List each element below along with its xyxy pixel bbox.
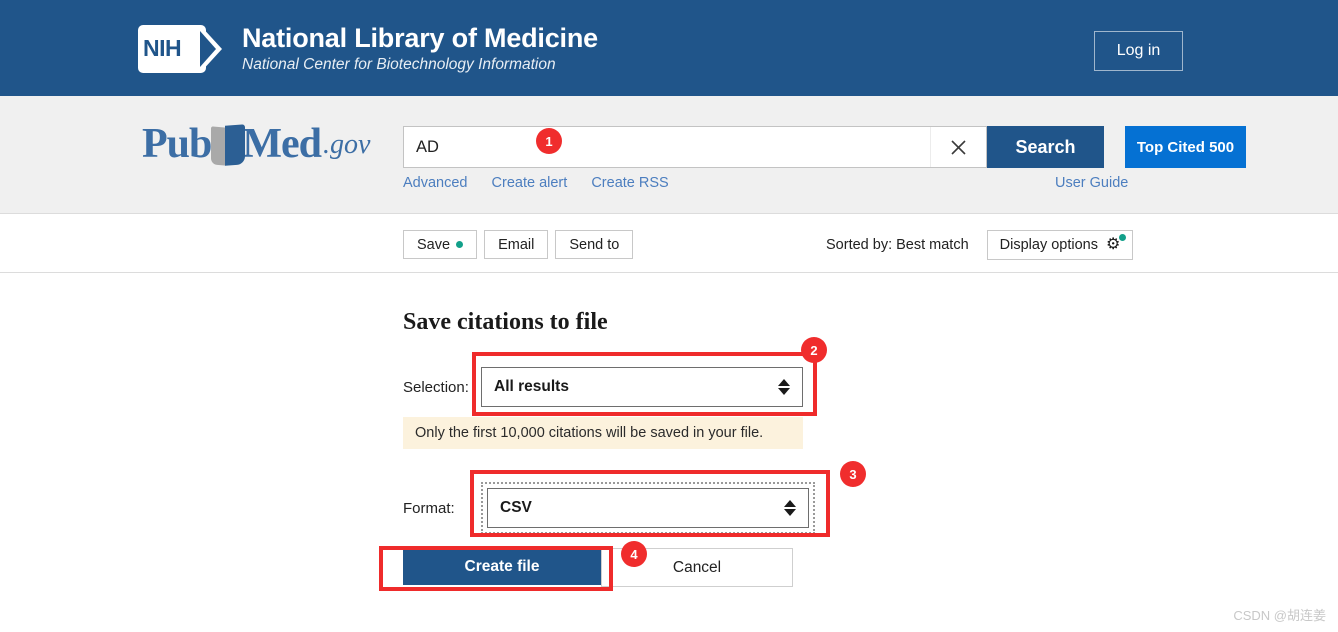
login-button[interactable]: Log in (1094, 31, 1183, 71)
advanced-link[interactable]: Advanced (403, 175, 468, 191)
search-button[interactable]: Search (987, 126, 1104, 168)
citation-limit-warning: Only the first 10,000 citations will be … (403, 417, 803, 449)
format-value: CSV (500, 499, 532, 517)
pubmed-logo-med: Med (242, 123, 321, 165)
chevron-updown-icon (784, 500, 796, 516)
format-field-row: Format: CSV (403, 482, 815, 534)
nih-subtitle: National Center for Biotechnology Inform… (242, 55, 598, 75)
format-focus-ring: CSV (481, 482, 815, 534)
form-button-row: Create file Cancel (403, 548, 793, 587)
nih-logo: NIH National Library of Medicine Nationa… (138, 22, 598, 75)
nih-arrow-inner-icon (200, 31, 216, 67)
csdn-watermark: CSDN @胡连姜 (1233, 605, 1326, 624)
format-label: Format: (403, 500, 481, 517)
pubmed-save-citations-page: NIH National Library of Medicine Nationa… (0, 0, 1338, 632)
nih-badge-icon: NIH (138, 25, 206, 73)
search-row: Search Top Cited 500 (403, 126, 1246, 168)
chevron-updown-icon (778, 379, 790, 395)
search-input[interactable] (404, 128, 924, 166)
results-action-toolbar: Save Email Send to Sorted by: Best match… (0, 215, 1338, 273)
clear-search-icon[interactable] (930, 127, 986, 167)
create-rss-link[interactable]: Create RSS (591, 175, 668, 191)
annotation-badge-4: 4 (621, 541, 647, 567)
save-status-dot-icon (456, 241, 463, 248)
toolbar-left-group: Save Email Send to (403, 230, 633, 259)
pubmed-logo[interactable]: Pub Med .gov (142, 123, 370, 165)
send-to-button[interactable]: Send to (555, 230, 633, 259)
page-title: Save citations to file (403, 309, 608, 336)
search-sub-links: Advanced Create alert Create RSS (403, 175, 689, 191)
top-cited-500-button[interactable]: Top Cited 500 (1125, 126, 1246, 168)
create-file-button[interactable]: Create file (403, 548, 601, 585)
pubmed-logo-gov: .gov (323, 125, 370, 165)
search-field-wrapper (403, 126, 987, 168)
nih-title-group: National Library of Medicine National Ce… (242, 22, 598, 75)
save-button-label: Save (417, 237, 450, 253)
selection-label: Selection: (403, 379, 481, 396)
book-icon (211, 125, 245, 165)
user-guide-link[interactable]: User Guide (1055, 175, 1128, 191)
email-button[interactable]: Email (484, 230, 548, 259)
display-options-status-dot-icon (1119, 234, 1126, 241)
nih-title: National Library of Medicine (242, 22, 598, 54)
pubmed-logo-pub: Pub (142, 123, 211, 165)
save-citations-form: Save citations to file Selection: All re… (0, 273, 1338, 632)
nih-badge-label: NIH (143, 35, 181, 62)
pubmed-search-section: Pub Med .gov Search Top Cited 500 (0, 96, 1338, 214)
nih-header-bar: NIH National Library of Medicine Nationa… (0, 0, 1338, 96)
annotation-badge-1: 1 (536, 128, 562, 154)
selection-value: All results (494, 378, 569, 396)
format-select[interactable]: CSV (487, 488, 809, 528)
selection-select[interactable]: All results (481, 367, 803, 407)
save-button[interactable]: Save (403, 230, 477, 259)
create-alert-link[interactable]: Create alert (492, 175, 568, 191)
annotation-badge-2: 2 (801, 337, 827, 363)
display-options-label: Display options (1000, 237, 1098, 253)
annotation-badge-3: 3 (840, 461, 866, 487)
sorted-by-label: Sorted by: Best match (826, 237, 969, 253)
gear-icon: ⚙ (1106, 237, 1120, 253)
display-options-button[interactable]: Display options ⚙ (987, 230, 1134, 260)
selection-field-row: Selection: All results (403, 367, 803, 407)
toolbar-right-group: Sorted by: Best match Display options ⚙ (826, 230, 1133, 260)
